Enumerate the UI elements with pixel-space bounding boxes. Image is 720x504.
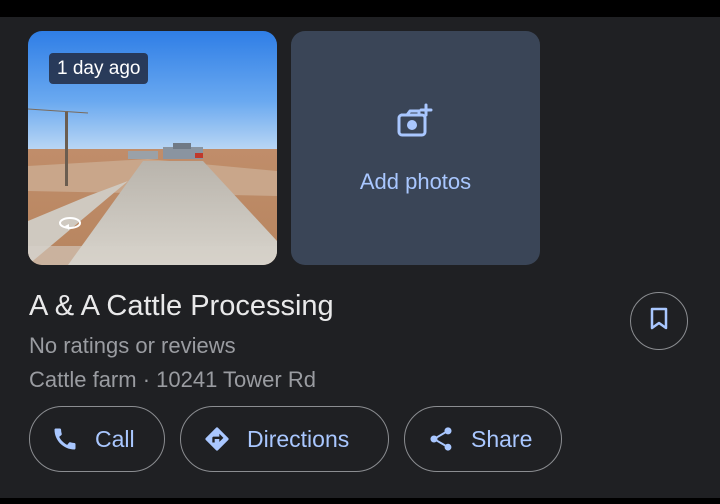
share-button[interactable]: Share: [404, 406, 562, 472]
add-photos-label: Add photos: [359, 169, 472, 194]
street-view-photo[interactable]: 1 day ago: [28, 31, 277, 265]
save-button[interactable]: [630, 292, 688, 350]
add-photo-icon: [395, 103, 435, 146]
directions-icon: [203, 425, 231, 453]
share-label: Share: [471, 425, 533, 452]
category-address: Cattle farm · 10241 Tower Rd: [29, 367, 316, 392]
phone-icon: [51, 425, 79, 453]
photo-age-badge: 1 day ago: [49, 53, 149, 84]
bookmark-icon: [650, 307, 668, 336]
add-photos-button[interactable]: Add photos: [291, 31, 540, 265]
street-view-rotate-icon: [57, 215, 83, 233]
place-title: A & A Cattle Processing: [29, 290, 334, 322]
directions-label: Directions: [247, 425, 350, 452]
call-label: Call: [95, 425, 135, 452]
share-icon: [427, 425, 455, 453]
call-button[interactable]: Call: [29, 406, 165, 472]
top-bar: [0, 0, 720, 17]
ratings-text: No ratings or reviews: [29, 333, 236, 358]
bottom-bar: [0, 498, 720, 504]
directions-button[interactable]: Directions: [180, 406, 389, 472]
